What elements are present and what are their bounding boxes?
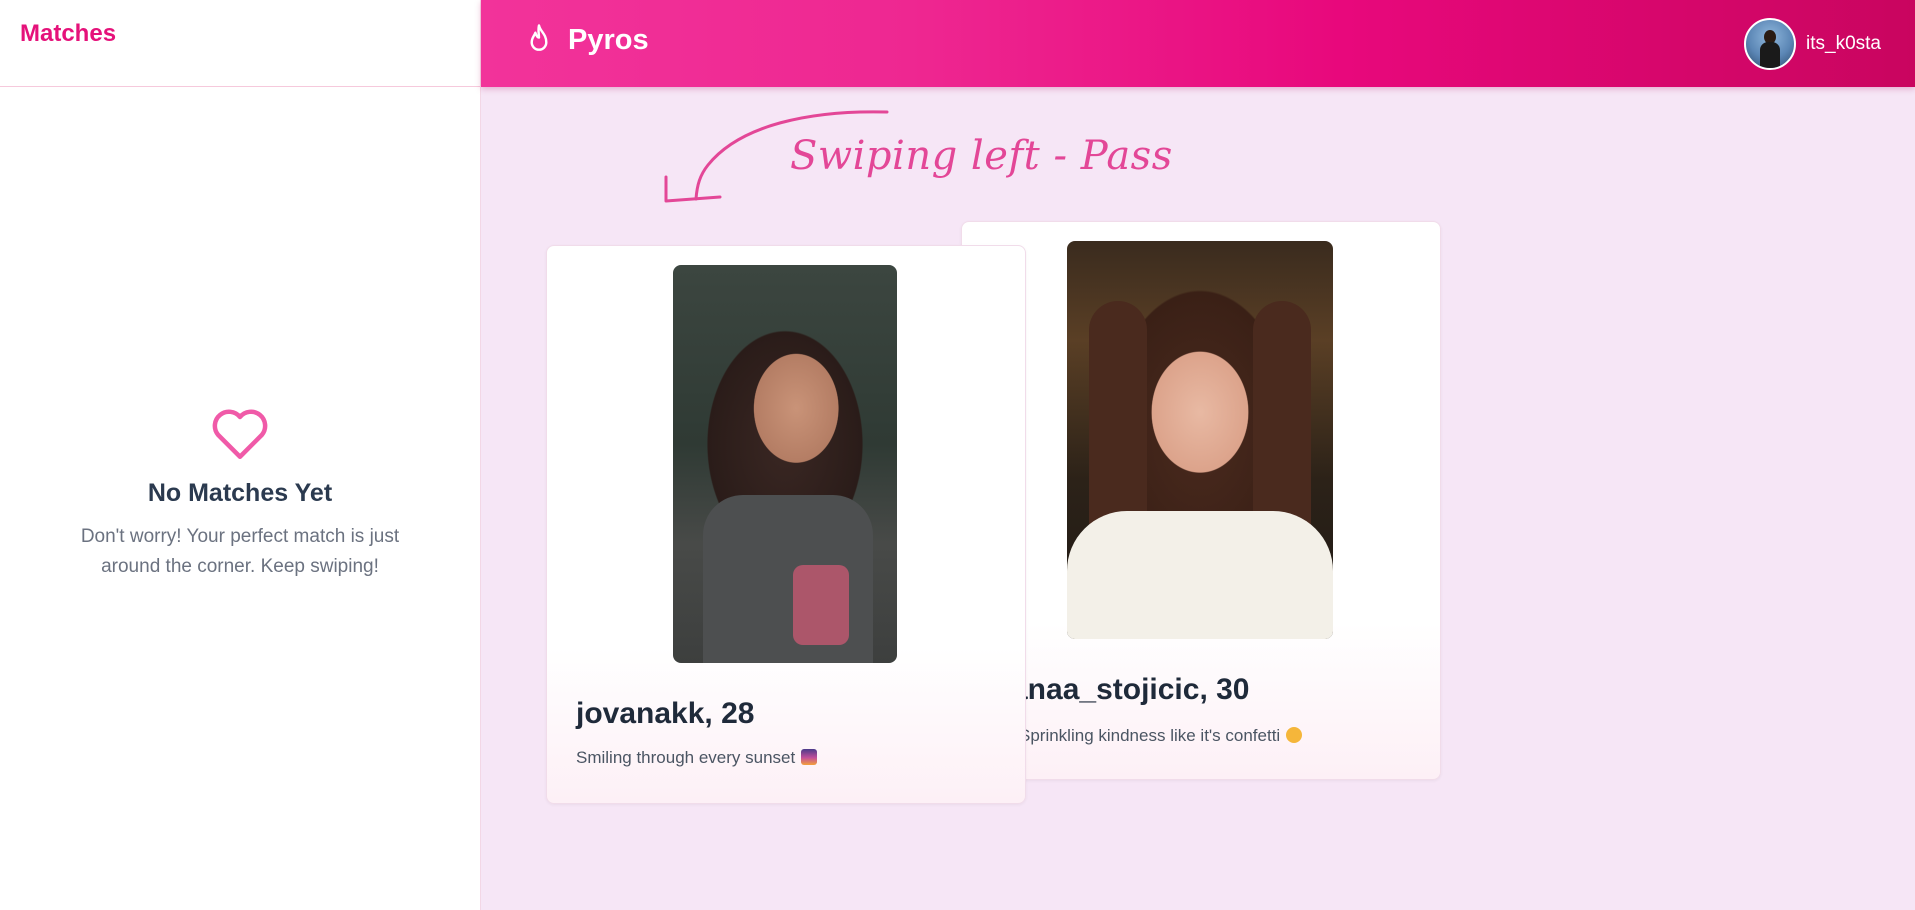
profile-photo xyxy=(1067,241,1333,639)
profile-name-age: anaa_stojicic, 30 xyxy=(1025,673,1250,706)
profile-bio-text: Smiling through every sunset xyxy=(576,748,796,767)
user-profile-menu[interactable]: its_k0sta xyxy=(1744,18,1881,70)
card-info: anaa_stojicic, 30 Sprinkling kindness li… xyxy=(1025,642,1439,778)
profile-card-next[interactable]: anaa_stojicic, 30 Sprinkling kindness li… xyxy=(961,221,1441,780)
top-bar: Pyros its_k0sta xyxy=(481,0,1915,87)
empty-state-text: Don't worry! Your perfect match is just … xyxy=(80,526,400,577)
profile-name-age: jovanakk, 28 xyxy=(576,697,755,730)
profile-bio-text: Sprinkling kindness like it's confetti xyxy=(1025,726,1281,745)
sidebar-title: Matches xyxy=(20,20,117,47)
flame-icon xyxy=(530,24,548,51)
empty-matches-state: No Matches Yet Don't worry! Your perfect… xyxy=(0,405,480,582)
heart-icon xyxy=(212,409,268,459)
brand-name: Pyros xyxy=(568,23,649,56)
profile-bio: Sprinkling kindness like it's confetti xyxy=(1025,726,1303,746)
profile-card-current[interactable]: jovanakk, 28 Smiling through every sunse… xyxy=(546,245,1026,804)
matches-sidebar: Matches No Matches Yet Don't worry! Your… xyxy=(0,0,481,910)
empty-state-title: No Matches Yet xyxy=(147,479,333,507)
brand-logo[interactable]: Pyros xyxy=(524,23,649,57)
swipe-annotation: Swiping left - Pass xyxy=(790,133,1173,179)
avatar[interactable] xyxy=(1744,18,1797,70)
sunset-emoji xyxy=(801,749,818,765)
username[interactable]: its_k0sta xyxy=(1806,33,1881,55)
sidebar-header: Matches xyxy=(0,0,480,87)
profile-bio: Smiling through every sunset xyxy=(576,748,818,768)
profile-photo xyxy=(673,265,897,663)
heart-hands-emoji xyxy=(1286,727,1303,743)
